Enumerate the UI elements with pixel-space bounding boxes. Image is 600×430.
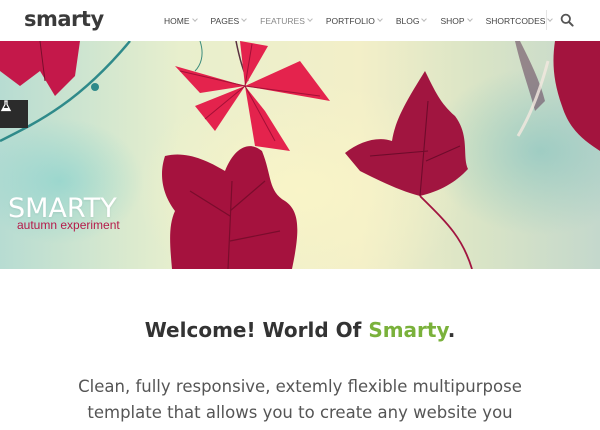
nav-item-shop[interactable]: SHOP (440, 15, 473, 26)
nav-label: FEATURES (260, 15, 305, 26)
chevron-down-icon (241, 16, 248, 22)
nav-label: BLOG (395, 15, 420, 26)
site-logo[interactable]: smarty (24, 7, 104, 31)
welcome-prefix: Welcome! World Of (144, 318, 369, 342)
welcome-accent: Smarty (368, 318, 448, 342)
style-switcher-button[interactable] (0, 100, 28, 128)
welcome-suffix: . (447, 318, 456, 342)
nav-item-home[interactable]: HOME (164, 15, 198, 26)
intro-line-1: Clean, fully responsive, extemly flexibl… (78, 377, 522, 396)
nav-label: HOME (164, 15, 190, 26)
hero-leaves-artwork (0, 41, 600, 269)
chevron-down-icon (191, 16, 198, 22)
flask-icon (0, 100, 12, 112)
nav-item-shortcodes[interactable]: SHORTCODES (485, 15, 554, 26)
chevron-down-icon (466, 16, 473, 22)
hero-slider[interactable]: SMARTY autumn experiment (0, 41, 600, 269)
nav-label: PORTFOLIO (325, 15, 375, 26)
welcome-heading: Welcome! World Of Smarty. (0, 318, 600, 342)
search-icon[interactable] (560, 13, 574, 27)
nav-label: SHOP (440, 15, 465, 26)
nav-label: PAGES (210, 15, 240, 26)
site-header: smarty HOME PAGES FEATURES PORTFOLIO BLO… (0, 0, 600, 41)
intro-text: Clean, fully responsive, extemly flexibl… (60, 374, 540, 426)
chevron-down-icon (377, 16, 383, 22)
nav-item-blog[interactable]: BLOG (395, 15, 428, 26)
nav-label: SHORTCODES (485, 15, 546, 26)
chevron-down-icon (421, 16, 428, 22)
nav-item-features[interactable]: FEATURES (260, 15, 313, 26)
main-nav: HOME PAGES FEATURES PORTFOLIO BLOG SHOP … (164, 0, 566, 41)
nav-item-portfolio[interactable]: PORTFOLIO (325, 15, 383, 26)
intro-line-2: template that allows you to create any w… (87, 403, 513, 422)
nav-divider (546, 10, 547, 30)
hero-subtitle: autumn experiment (17, 218, 120, 232)
chevron-down-icon (307, 16, 313, 22)
chevron-down-icon (547, 16, 554, 22)
nav-item-pages[interactable]: PAGES (210, 15, 248, 26)
